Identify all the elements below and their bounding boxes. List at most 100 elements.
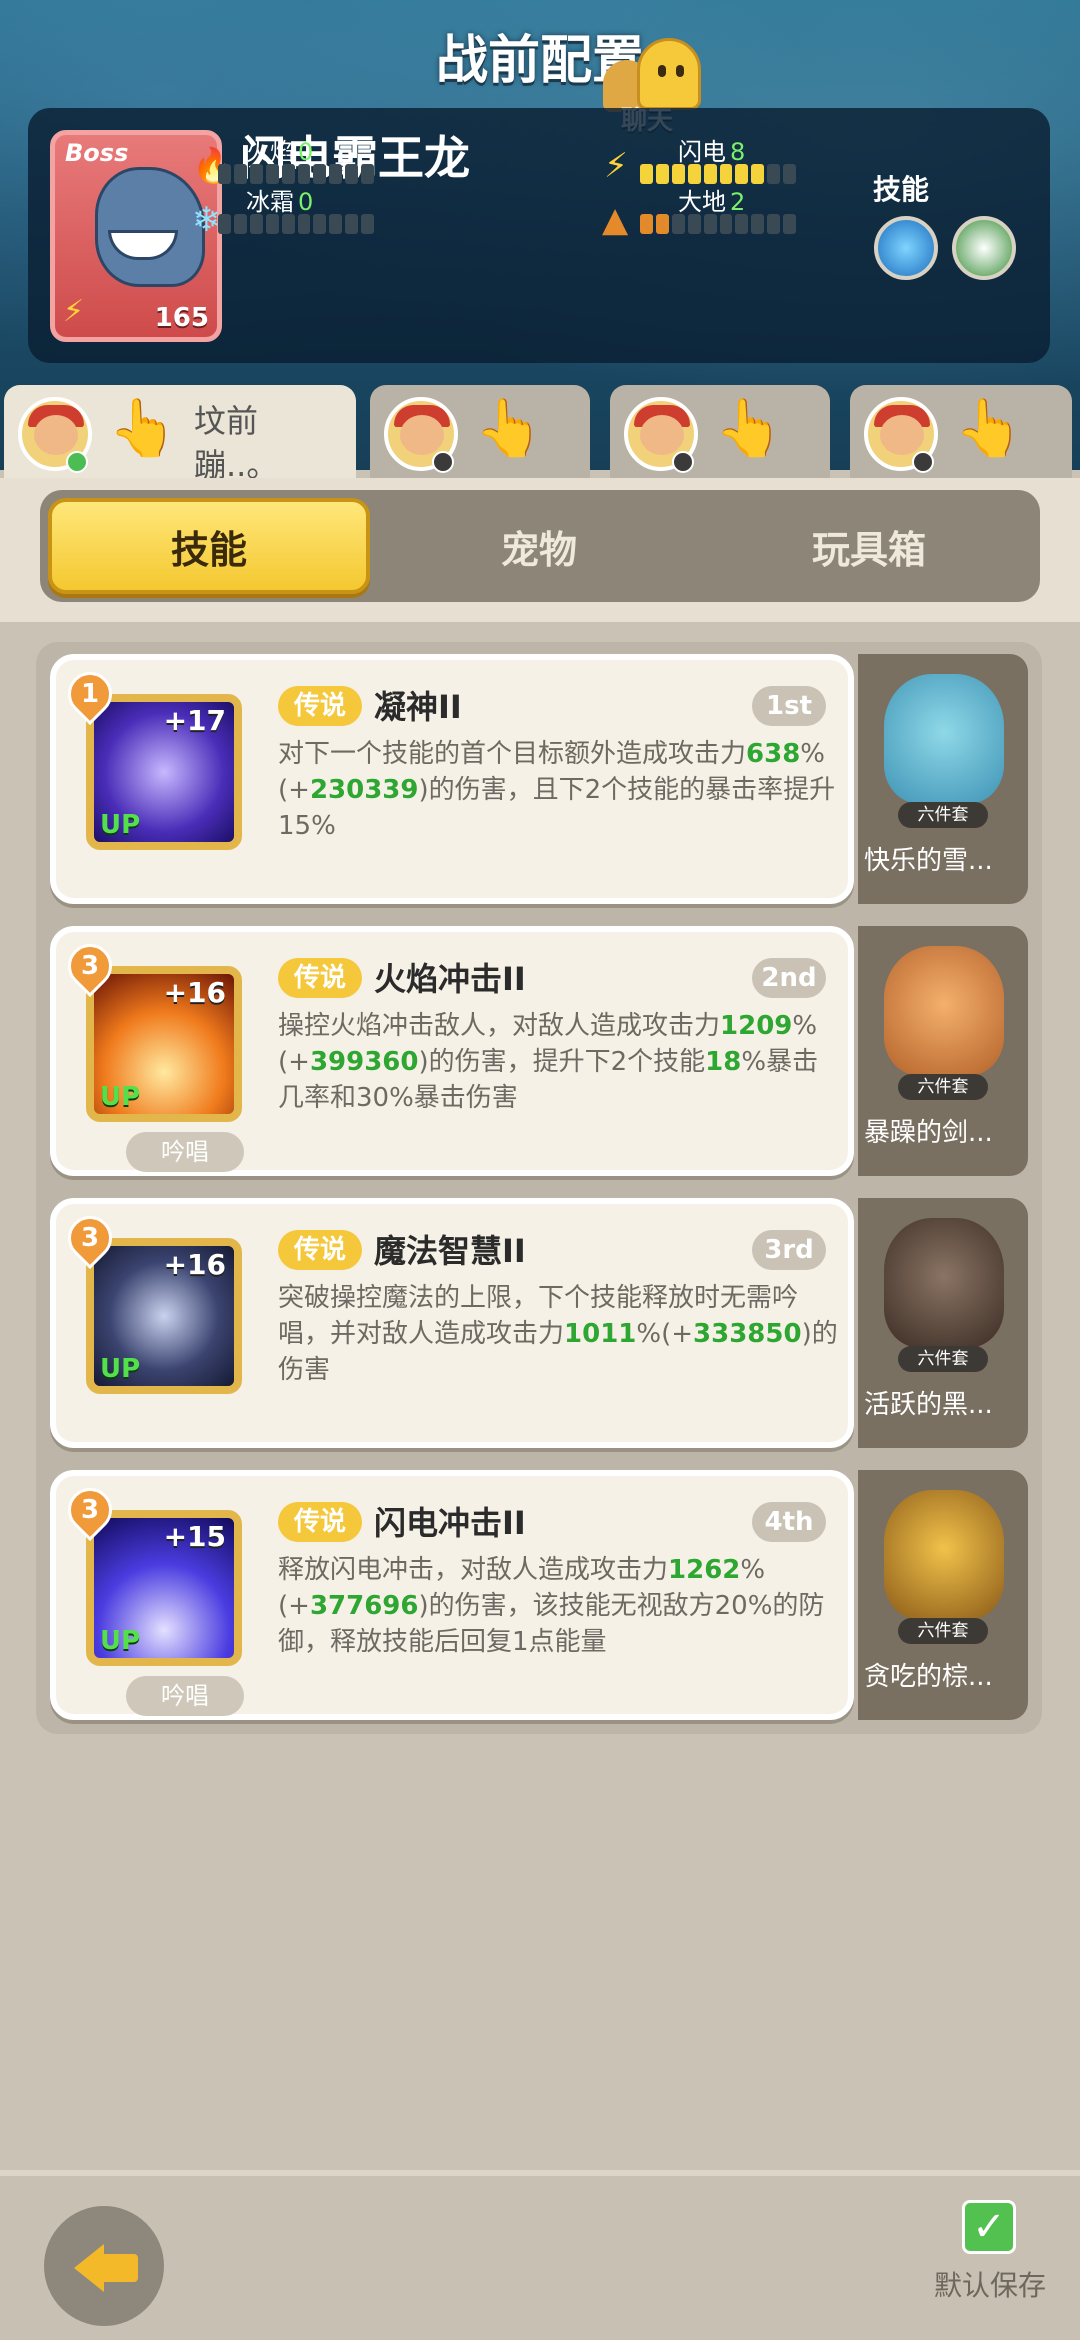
lightning-stat-label: 闪电 8 bbox=[678, 138, 746, 166]
divider bbox=[0, 612, 1080, 622]
lightning-stat-bar bbox=[640, 164, 797, 184]
rarity-badge: 传说 bbox=[278, 1502, 362, 1542]
stat-bar-segment bbox=[297, 214, 311, 234]
lightning-element-icon: ⚡ bbox=[63, 294, 85, 329]
skill-card-2[interactable]: +16 UP 3 吟唱 传说 火焰冲击II 2nd 操控火焰冲击敌人，对敌人造成… bbox=[50, 926, 854, 1176]
skill-plus: +16 bbox=[163, 1248, 226, 1281]
ice-stat-label: 冰霜 0 bbox=[246, 188, 314, 216]
pointing-hand-icon: 👆 bbox=[954, 396, 1024, 461]
boss-skills-label: 技能 bbox=[873, 173, 930, 206]
tab-pets[interactable]: 宠物 bbox=[378, 498, 700, 594]
stat-bar-segment bbox=[655, 164, 669, 184]
pointing-hand-icon: 👆 bbox=[108, 396, 178, 461]
stat-bar-segment bbox=[767, 214, 781, 234]
stat-bar-segment bbox=[313, 164, 327, 184]
default-save-checkbox[interactable]: ✓ bbox=[962, 2200, 1016, 2254]
stat-bar-segment bbox=[719, 164, 733, 184]
tab-skills[interactable]: 技能 bbox=[48, 498, 370, 594]
snowflake-icon: ❄ bbox=[192, 200, 221, 240]
skill-plus: +15 bbox=[163, 1520, 226, 1553]
earth-icon: ▲ bbox=[602, 200, 629, 240]
chant-badge: 吟唱 bbox=[126, 1132, 244, 1172]
boss-skill-orb-nature[interactable] bbox=[952, 216, 1016, 280]
skill-up-badge: UP bbox=[100, 810, 141, 840]
stat-bar-segment bbox=[233, 214, 247, 234]
skill-description: 对下一个技能的首个目标额外造成攻击力638%(+230339)的伤害，且下2个技… bbox=[278, 739, 836, 841]
loadout-tab-4[interactable]: 👆 bbox=[850, 385, 1072, 485]
skill-card-1[interactable]: +17 UP 1 传说 凝神II 1st 对下一个技能的首个目标额外造成攻击力6… bbox=[50, 654, 854, 904]
stat-bar-segment bbox=[767, 164, 781, 184]
pet-name: 活跃的黑... bbox=[864, 1390, 993, 1420]
active-badge-icon bbox=[66, 451, 88, 473]
stat-bar-segment bbox=[329, 214, 343, 234]
stat-bar-segment bbox=[655, 214, 669, 234]
earth-stat-label: 大地 2 bbox=[678, 188, 746, 216]
skill-name: 魔法智慧II bbox=[374, 1232, 526, 1270]
stat-bar-segment bbox=[735, 164, 749, 184]
fire-stat-bar bbox=[218, 164, 375, 184]
pet-set-badge: 六件套 bbox=[898, 1618, 988, 1644]
skill-description: 释放闪电冲击，对敌人造成攻击力1262%(+377696)的伤害，该技能无视敌方… bbox=[278, 1555, 825, 1657]
pet-slot-1[interactable]: 六件套 快乐的雪... bbox=[858, 654, 1028, 904]
skill-up-badge: UP bbox=[100, 1082, 141, 1112]
skill-up-badge: UP bbox=[100, 1354, 141, 1384]
stat-bar-segment bbox=[345, 214, 359, 234]
skill-rank: 2nd bbox=[752, 958, 826, 998]
pet-figure-icon bbox=[884, 946, 1004, 1076]
page-title: 战前配置 bbox=[435, 31, 644, 91]
skill-description: 突破操控魔法的上限，下个技能释放时无需吟唱，并对敌人造成攻击力1011%(+33… bbox=[278, 1283, 838, 1385]
stat-bar-segment bbox=[783, 164, 797, 184]
rarity-badge: 传说 bbox=[278, 686, 362, 726]
stat-bar-segment bbox=[361, 164, 375, 184]
pointing-hand-icon: 👆 bbox=[714, 396, 784, 461]
earth-stat-bar bbox=[640, 214, 797, 234]
rarity-badge: 传说 bbox=[278, 1230, 362, 1270]
pet-slot-4[interactable]: 六件套 贪吃的棕... bbox=[858, 1470, 1028, 1720]
loadout-name: 坟前蹦..。 bbox=[194, 402, 279, 484]
stat-bar-segment bbox=[265, 164, 279, 184]
stat-bar-segment bbox=[735, 214, 749, 234]
stat-bar-segment bbox=[703, 214, 717, 234]
boss-skill-orb-lightning[interactable] bbox=[874, 216, 938, 280]
stat-bar-segment bbox=[640, 164, 653, 184]
stat-bar-segment bbox=[640, 214, 653, 234]
stat-bar-segment bbox=[329, 164, 343, 184]
lightning-icon: ⚡ bbox=[604, 146, 628, 186]
pet-slot-2[interactable]: 六件套 暴躁的剑... bbox=[858, 926, 1028, 1176]
pet-name: 贪吃的棕... bbox=[864, 1662, 993, 1692]
pet-figure-icon bbox=[884, 1490, 1004, 1620]
lock-badge-icon bbox=[672, 451, 694, 473]
loadout-tab-3[interactable]: 👆 bbox=[610, 385, 830, 485]
stat-bar-segment bbox=[281, 164, 295, 184]
skill-card-4[interactable]: +15 UP 3 吟唱 传说 闪电冲击II 4th 释放闪电冲击，对敌人造成攻击… bbox=[50, 1470, 854, 1720]
stat-bar-segment bbox=[249, 214, 263, 234]
tab-toybox[interactable]: 玩具箱 bbox=[708, 498, 1030, 594]
boss-tag: Boss bbox=[65, 139, 129, 167]
stat-bar-segment bbox=[218, 164, 231, 184]
lightning-strike-icon: +15 UP bbox=[86, 1510, 242, 1666]
stat-bar-segment bbox=[751, 164, 765, 184]
default-save-label: 默认保存 bbox=[934, 2269, 1047, 2302]
fire-stat-label: 火焰 0 bbox=[246, 138, 314, 166]
back-button[interactable] bbox=[44, 2206, 164, 2326]
lock-badge-icon bbox=[432, 451, 454, 473]
skill-plus: +16 bbox=[163, 976, 226, 1009]
stat-bar-segment bbox=[719, 214, 733, 234]
stat-bar-segment bbox=[361, 214, 375, 234]
pet-set-badge: 六件套 bbox=[898, 1346, 988, 1372]
stat-bar-segment bbox=[687, 214, 701, 234]
category-tab-bar: 技能 宠物 玩具箱 bbox=[40, 490, 1040, 602]
skill-description: 操控火焰冲击敌人，对敌人造成攻击力1209%(+399360)的伤害，提升下2个… bbox=[278, 1011, 819, 1113]
stat-bar-segment bbox=[265, 214, 279, 234]
pet-slot-3[interactable]: 六件套 活跃的黑... bbox=[858, 1198, 1028, 1448]
fire-impact-icon: +16 UP bbox=[86, 966, 242, 1122]
stat-bar-segment bbox=[671, 164, 685, 184]
chant-badge: 吟唱 bbox=[126, 1676, 244, 1716]
stat-bar-segment bbox=[783, 214, 797, 234]
rarity-badge: 传说 bbox=[278, 958, 362, 998]
skill-rank: 1st bbox=[752, 686, 826, 726]
loadout-tab-2[interactable]: 👆 bbox=[370, 385, 590, 485]
pointing-hand-icon: 👆 bbox=[474, 396, 544, 461]
stat-bar-segment bbox=[671, 214, 685, 234]
skill-card-3[interactable]: +16 UP 3 传说 魔法智慧II 3rd 突破操控魔法的上限，下个技能释放时… bbox=[50, 1198, 854, 1448]
